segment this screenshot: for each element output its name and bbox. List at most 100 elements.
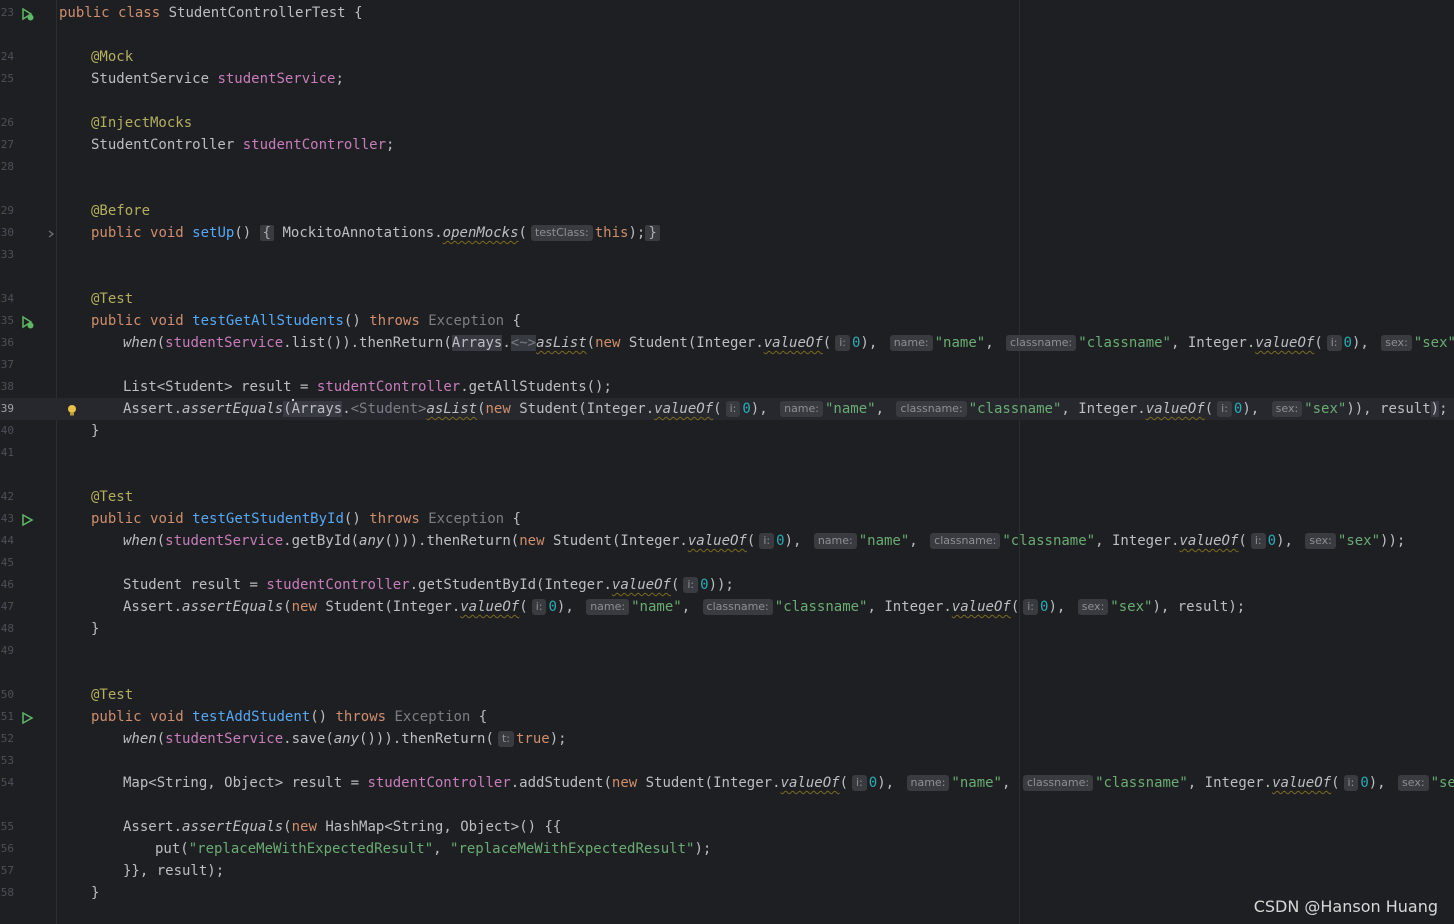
- code-text: when(studentService.save(any())).thenRet…: [123, 731, 567, 747]
- code-line[interactable]: 37: [0, 354, 1454, 376]
- code-line[interactable]: 38 List<Student> result = studentControl…: [0, 376, 1454, 398]
- param-hint: testClass:: [530, 225, 593, 241]
- code-line[interactable]: 44 when(studentService.getById(any())).t…: [0, 530, 1454, 552]
- code-line[interactable]: 24 @Mock: [0, 46, 1454, 68]
- code-text: @InjectMocks: [91, 115, 193, 131]
- line-number: 57: [0, 864, 14, 877]
- code-line[interactable]: 54 Map<String, Object> result = studentC…: [0, 772, 1454, 794]
- fold-chevron-icon[interactable]: [44, 227, 58, 241]
- code-line[interactable]: 26 @InjectMocks: [0, 112, 1454, 134]
- code-text: @Before: [91, 203, 151, 219]
- run-test-icon[interactable]: [20, 7, 34, 21]
- line-number: 38: [0, 380, 14, 393]
- code-text: }: [91, 885, 100, 901]
- code-line[interactable]: 51 public void testAddStudent() throws E…: [0, 706, 1454, 728]
- code-line[interactable]: 23 public class StudentControllerTest {: [0, 2, 1454, 24]
- code-text: Student result = studentController.getSt…: [123, 577, 734, 593]
- code-line[interactable]: 49: [0, 640, 1454, 662]
- code-line[interactable]: 45: [0, 552, 1454, 574]
- code-line[interactable]: 50 @Test: [0, 684, 1454, 706]
- code-line[interactable]: 29 @Before: [0, 200, 1454, 222]
- code-text: Map<String, Object> result = studentCont…: [123, 775, 1454, 791]
- folded-block-end[interactable]: }: [645, 225, 660, 241]
- line-number: 43: [0, 512, 14, 525]
- code-line[interactable]: 40 }: [0, 420, 1454, 442]
- line-number: 35: [0, 314, 14, 327]
- code-line[interactable]: 30 public void setUp() { MockitoAnnotati…: [0, 222, 1454, 244]
- line-number: 55: [0, 820, 14, 833]
- code-text: Assert.assertEquals(Arrays.<Student>asLi…: [123, 399, 1448, 417]
- line-number: 52: [0, 732, 14, 745]
- line-number: 27: [0, 138, 14, 151]
- code-line[interactable]: 55 Assert.assertEquals(new HashMap<Strin…: [0, 816, 1454, 838]
- code-text: Assert.assertEquals(new Student(Integer.…: [123, 599, 1246, 615]
- code-text: when(studentService.getById(any())).then…: [123, 533, 1406, 549]
- code-line[interactable]: 43 public void testGetStudentById() thro…: [0, 508, 1454, 530]
- code-line[interactable]: 28: [0, 156, 1454, 178]
- line-number: 40: [0, 424, 14, 437]
- code-text: @Test: [91, 291, 134, 307]
- code-text: public void testAddStudent() throws Exce…: [91, 709, 488, 725]
- line-number: 23: [0, 6, 14, 19]
- code-text: public void testGetAllStudents() throws …: [91, 313, 521, 329]
- code-line[interactable]: 53: [0, 750, 1454, 772]
- code-line[interactable]: 33: [0, 244, 1454, 266]
- code-line[interactable]: 48 }: [0, 618, 1454, 640]
- code-text: public void setUp() { MockitoAnnotations…: [91, 222, 660, 244]
- line-number: 56: [0, 842, 14, 855]
- current-code-line[interactable]: 39 Assert.assertEquals(Arrays.<Student>a…: [0, 398, 1454, 420]
- line-number: 33: [0, 248, 14, 261]
- code-text: List<Student> result = studentController…: [123, 379, 612, 395]
- code-line[interactable]: 34 @Test: [0, 288, 1454, 310]
- code-text: StudentController studentController;: [91, 137, 395, 153]
- line-number: 47: [0, 600, 14, 613]
- code-text: put("replaceMeWithExpectedResult", "repl…: [155, 841, 712, 857]
- code-line[interactable]: 35 public void testGetAllStudents() thro…: [0, 310, 1454, 332]
- code-line[interactable]: 57 }}, result);: [0, 860, 1454, 882]
- line-number: 25: [0, 72, 14, 85]
- code-line[interactable]: 42 @Test: [0, 486, 1454, 508]
- line-number: 54: [0, 776, 14, 789]
- code-text: }: [91, 621, 100, 637]
- line-number: 58: [0, 886, 14, 899]
- code-line[interactable]: 25 StudentService studentService;: [0, 68, 1454, 90]
- code-text: @Test: [91, 489, 134, 505]
- folded-block[interactable]: {: [259, 225, 275, 241]
- line-number: 28: [0, 160, 14, 173]
- code-line[interactable]: 41: [0, 442, 1454, 464]
- code-line[interactable]: 27 StudentController studentController;: [0, 134, 1454, 156]
- line-number: 29: [0, 204, 14, 217]
- run-test-icon[interactable]: [20, 315, 34, 329]
- line-number: 53: [0, 754, 14, 767]
- code-line[interactable]: 52 when(studentService.save(any())).then…: [0, 728, 1454, 750]
- line-number: 46: [0, 578, 14, 591]
- code-line[interactable]: 58 }: [0, 882, 1454, 904]
- code-line[interactable]: 47 Assert.assertEquals(new Student(Integ…: [0, 596, 1454, 618]
- lightbulb-icon[interactable]: [65, 403, 79, 417]
- code-line[interactable]: 56 put("replaceMeWithExpectedResult", "r…: [0, 838, 1454, 860]
- watermark: CSDN @Hanson Huang: [1253, 897, 1438, 916]
- line-number: 36: [0, 336, 14, 349]
- line-number: 44: [0, 534, 14, 547]
- code-text: public void testGetStudentById() throws …: [91, 511, 521, 527]
- code-text: Assert.assertEquals(new HashMap<String, …: [123, 819, 562, 835]
- line-number: 48: [0, 622, 14, 635]
- code-text: StudentService studentService;: [91, 71, 344, 87]
- line-number: 24: [0, 50, 14, 63]
- line-number: 49: [0, 644, 14, 657]
- code-line[interactable]: 46 Student result = studentController.ge…: [0, 574, 1454, 596]
- code-text: }: [91, 423, 100, 439]
- line-number: 51: [0, 710, 14, 723]
- line-number: 45: [0, 556, 14, 569]
- code-editor[interactable]: 23 public class StudentControllerTest { …: [0, 0, 1454, 924]
- line-number: 34: [0, 292, 14, 305]
- line-number: 42: [0, 490, 14, 503]
- run-test-icon[interactable]: [20, 513, 34, 527]
- code-text: when(studentService.list()).thenReturn(A…: [123, 335, 1454, 351]
- code-line[interactable]: 36 when(studentService.list()).thenRetur…: [0, 332, 1454, 354]
- code-text: @Test: [91, 687, 134, 703]
- line-number: 41: [0, 446, 14, 459]
- run-test-icon[interactable]: [20, 711, 34, 725]
- code-text: public class StudentControllerTest {: [59, 5, 363, 21]
- line-number: 50: [0, 688, 14, 701]
